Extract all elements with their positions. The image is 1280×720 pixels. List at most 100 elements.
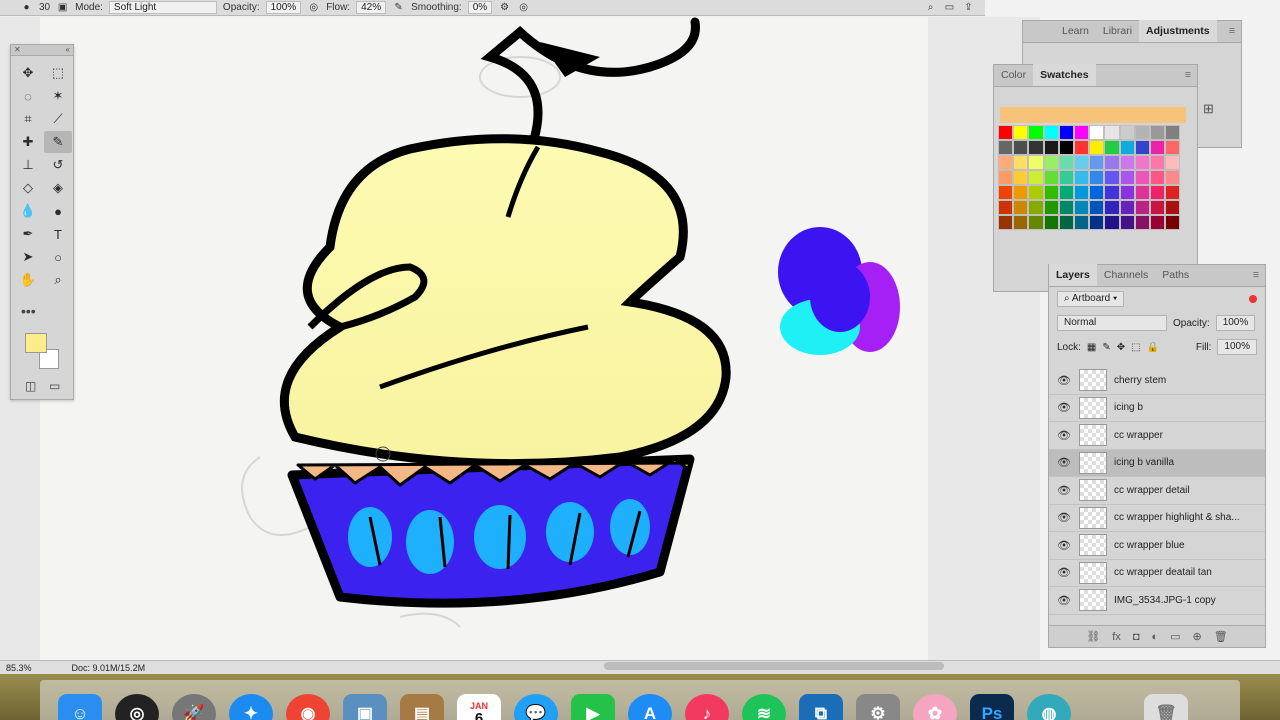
shape-tool-icon[interactable]: ○ (44, 246, 72, 268)
tab-channels[interactable]: Channels (1097, 264, 1155, 286)
swatch-cell[interactable] (1104, 125, 1120, 140)
swatch-cell[interactable] (1073, 140, 1090, 155)
swatch-cell[interactable] (1134, 200, 1150, 215)
filter-toggle-icon[interactable] (1249, 295, 1257, 303)
link-layers-icon[interactable]: ⛓ (1086, 630, 1100, 643)
smoothing-input[interactable]: 0% (467, 1, 493, 14)
share-icon[interactable]: ⇪ (962, 1, 975, 14)
swatch-cell[interactable] (1165, 185, 1181, 200)
paint-bucket-tool-icon[interactable]: ◈ (44, 177, 72, 199)
layer-name[interactable]: cc wrapper detail (1114, 485, 1249, 496)
tools-panel-header[interactable]: ✕ « (11, 45, 73, 56)
swatch-cell[interactable] (1149, 125, 1166, 140)
brush-preset-icon[interactable]: ● (20, 1, 33, 14)
opacity-input[interactable]: 100% (265, 1, 302, 14)
swatch-cell[interactable] (1028, 215, 1044, 230)
layer-thumbnail[interactable] (1079, 589, 1107, 612)
layer-row[interactable]: 👁 cherry stem (1049, 367, 1265, 395)
healing-brush-tool-icon[interactable]: ✚ (14, 131, 42, 153)
layer-row[interactable]: 👁 cc wrapper detail (1049, 477, 1265, 505)
layer-row[interactable]: 👁 cc wrapper blue (1049, 532, 1265, 560)
zoom-tool-icon[interactable]: ⌕ (44, 269, 72, 291)
swatch-cell[interactable] (1058, 170, 1074, 185)
new-layer-icon[interactable]: ⊕ (1193, 630, 1202, 643)
lock-artboard-icon[interactable]: ⬚ (1131, 342, 1140, 353)
trash-icon[interactable]: 🗑 (1144, 694, 1188, 720)
swatch-cell[interactable] (1013, 155, 1029, 170)
swatch-cell[interactable] (998, 215, 1014, 230)
swatch-cell[interactable] (1104, 200, 1120, 215)
swatch-cell[interactable] (1013, 125, 1029, 140)
pressure-size-icon[interactable]: ◎ (517, 1, 530, 14)
swatch-cell[interactable] (1134, 155, 1150, 170)
facetime-icon[interactable]: ▶ (571, 694, 615, 720)
tab-color[interactable]: Color (994, 64, 1033, 86)
swatch-cell[interactable] (1149, 215, 1166, 230)
swatch-cell[interactable] (1089, 200, 1105, 215)
recent-swatch-strip[interactable] (1000, 107, 1186, 123)
eraser-tool-icon[interactable]: ◇ (14, 177, 42, 199)
swatch-cell[interactable] (1089, 215, 1105, 230)
swatch-cell[interactable] (1119, 155, 1135, 170)
swatch-cell[interactable] (1028, 170, 1044, 185)
swatch-cell[interactable] (1165, 200, 1181, 215)
swatch-cell[interactable] (1028, 125, 1044, 140)
layer-thumbnail[interactable] (1079, 534, 1107, 557)
layer-thumbnail[interactable] (1079, 479, 1107, 502)
move-tool-icon[interactable]: ✥ (14, 62, 42, 84)
pen-tool-icon[interactable]: ✒ (14, 223, 42, 245)
quick-mask-icon[interactable]: ◫ (25, 379, 36, 393)
panel-menu-icon[interactable]: ≡ (1247, 264, 1265, 286)
swatch-cell[interactable] (998, 200, 1014, 215)
lasso-tool-icon[interactable]: ◌ (14, 85, 42, 107)
screen-mode-icon[interactable]: ▭ (49, 379, 60, 393)
lock-transparency-icon[interactable]: ▦ (1087, 342, 1096, 353)
tab-paths[interactable]: Paths (1155, 264, 1196, 286)
swatch-cell[interactable] (1028, 155, 1044, 170)
swatch-cell[interactable] (1089, 125, 1105, 140)
swatch-cell[interactable] (1165, 155, 1181, 170)
swatch-cell[interactable] (1089, 155, 1105, 170)
swatch-cell[interactable] (1058, 200, 1074, 215)
layer-name[interactable]: cc wrapper blue (1114, 540, 1249, 551)
pressure-opacity-icon[interactable]: ◎ (307, 1, 320, 14)
layer-thumbnail[interactable] (1079, 396, 1107, 419)
hand-tool-icon[interactable]: ✋ (14, 269, 42, 291)
type-tool-icon[interactable]: T (44, 223, 72, 245)
swatch-cell[interactable] (1073, 200, 1090, 215)
swatch-cell[interactable] (1058, 215, 1074, 230)
siri-icon[interactable]: ◎ (115, 694, 159, 720)
swatch-cell[interactable] (1058, 140, 1074, 155)
swatch-cell[interactable] (1089, 185, 1105, 200)
visibility-eye-icon[interactable]: 👁 (1049, 539, 1079, 552)
swatch-cell[interactable] (1073, 215, 1090, 230)
swatch-cell[interactable] (1165, 215, 1181, 230)
swatch-cell[interactable] (1043, 185, 1059, 200)
layer-name[interactable]: icing b vanilla (1114, 457, 1249, 468)
swatch-cell[interactable] (1058, 185, 1074, 200)
system-preferences-icon[interactable]: ⚙ (856, 694, 900, 720)
zoom-level[interactable]: 85.3% (6, 663, 32, 673)
swatch-cell[interactable] (1149, 185, 1166, 200)
fx-icon[interactable]: fx (1112, 631, 1121, 643)
appstore-icon[interactable]: A (628, 694, 672, 720)
artboard-filter[interactable]: ⌕ Artboard ▾ (1057, 291, 1125, 307)
swatch-cell[interactable] (1089, 170, 1105, 185)
panel-menu-icon[interactable]: ≡ (1223, 20, 1241, 42)
swatch-cell[interactable] (998, 170, 1014, 185)
swatch-cell[interactable] (1119, 140, 1135, 155)
swatch-cell[interactable] (1028, 140, 1044, 155)
blur-tool-icon[interactable]: 💧 (14, 200, 42, 222)
canvas-area[interactable] (0, 17, 1040, 660)
swatch-cell[interactable] (1165, 125, 1181, 140)
visibility-eye-icon[interactable]: 👁 (1049, 374, 1079, 387)
layer-name[interactable]: cherry stem (1114, 375, 1249, 386)
lock-pixels-icon[interactable]: ✎ (1102, 342, 1110, 353)
fill-input[interactable]: 100% (1217, 339, 1257, 355)
layer-opacity-input[interactable]: 100% (1215, 315, 1256, 331)
clone-stamp-tool-icon[interactable]: ⊥ (14, 154, 42, 176)
layer-row[interactable]: 👁 cc wrapper highlight & sha... (1049, 505, 1265, 532)
mode-select[interactable]: Soft Light (108, 1, 217, 14)
tab-layers[interactable]: Layers (1049, 264, 1097, 286)
swatch-cell[interactable] (1119, 215, 1135, 230)
